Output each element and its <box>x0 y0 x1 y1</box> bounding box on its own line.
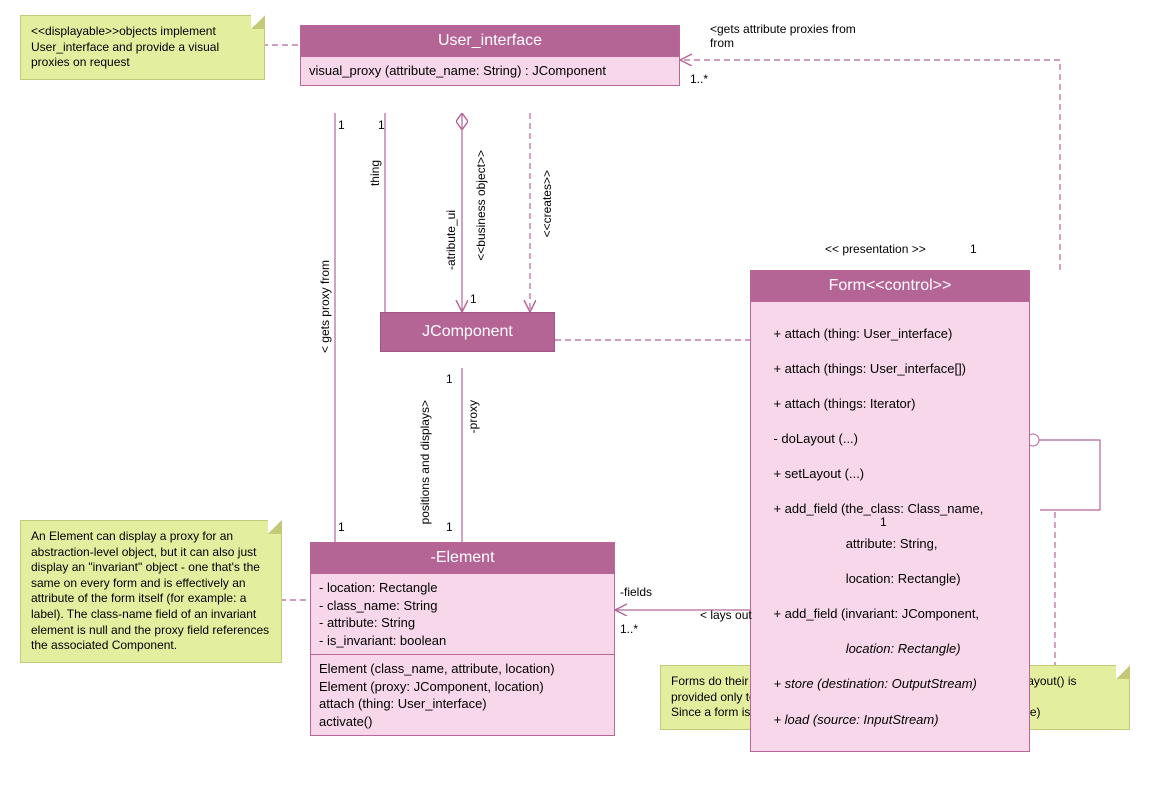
class-method: visual_proxy (attribute_name: String) : … <box>301 56 679 85</box>
class-methods: + attach (thing: User_interface) + attac… <box>751 301 1029 751</box>
label-proxy: -proxy <box>466 400 480 433</box>
class-element: -Element - location: Rectangle - class_n… <box>310 542 615 736</box>
class-user-interface: User_interface visual_proxy (attribute_n… <box>300 25 680 86</box>
class-form: Form<<control>> + attach (thing: User_in… <box>750 270 1030 752</box>
mult-1-e: 1 <box>970 242 977 256</box>
mult-1star-b: 1..* <box>620 622 638 636</box>
class-title: -Element <box>311 543 614 573</box>
mult-1-d: 1 <box>470 292 477 306</box>
label-gets-proxy: < gets proxy from <box>318 260 332 353</box>
label-positions: positions and displays> <box>418 400 432 524</box>
mult-1-c: 1 <box>338 520 345 534</box>
label-fields: -fields <box>620 585 652 599</box>
class-title: Form<<control>> <box>751 271 1029 301</box>
class-methods: Element (class_name, attribute, location… <box>311 654 614 735</box>
mult-1-b: 1 <box>338 118 345 132</box>
label-lays-out: < lays out <box>700 608 752 622</box>
note-element: An Element can display a proxy for an ab… <box>20 520 282 663</box>
label-presentation: << presentation >> <box>825 242 926 256</box>
class-title: User_interface <box>301 26 679 56</box>
mult-1-f: 1 <box>446 372 453 386</box>
mult-1-h: 1 <box>880 515 887 529</box>
mult-1star: 1..* <box>690 72 708 86</box>
label-business-obj: <<business object>> <box>474 150 488 261</box>
class-attributes: - location: Rectangle - class_name: Stri… <box>311 573 614 654</box>
label-gets-attr: <gets attribute proxies fromfrom <box>710 22 856 50</box>
label-creates: <<creates>> <box>540 170 554 237</box>
note-displayable: <<displayable>>objects implement User_in… <box>20 15 265 80</box>
label-thing: thing <box>368 160 382 186</box>
mult-1: 1 <box>378 118 385 132</box>
class-jcomponent: JComponent <box>380 312 555 352</box>
label-attribute-ui: -atribute_ui <box>444 210 458 270</box>
mult-1-g: 1 <box>446 520 453 534</box>
